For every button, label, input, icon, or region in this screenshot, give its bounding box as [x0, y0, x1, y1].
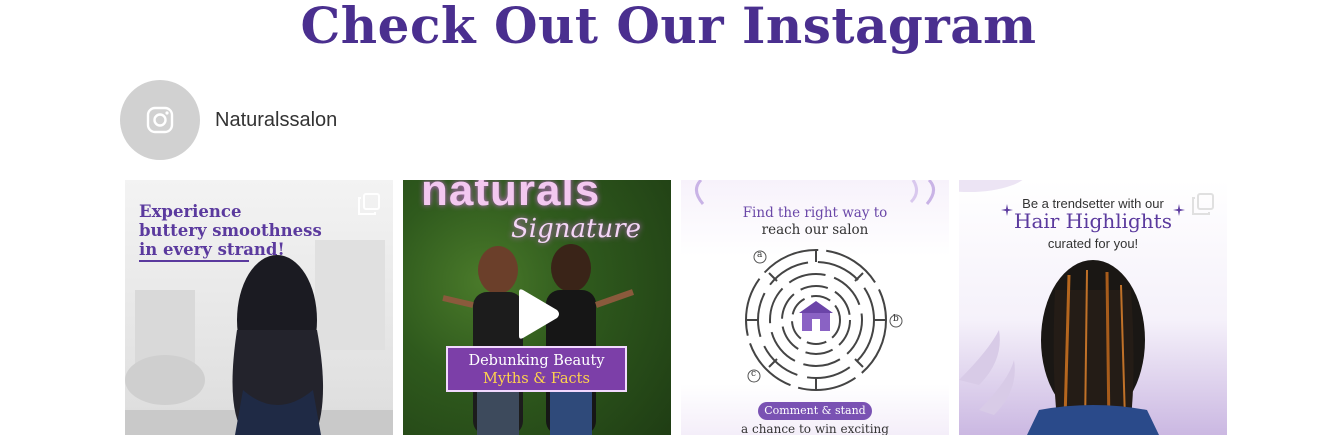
maze-label-c: c [751, 369, 757, 379]
caption-line-3: in every strand! [139, 240, 285, 259]
maze-label-b: b [893, 314, 899, 324]
caption-underline [139, 260, 249, 262]
caption-line-2: buttery smoothness [139, 221, 322, 240]
multiple-images-icon [1192, 193, 1214, 215]
instagram-feed: Experience buttery smoothness in every s… [125, 180, 1227, 435]
maze-label-a: a [757, 250, 763, 260]
instagram-icon [146, 106, 174, 134]
instagram-post-4[interactable]: Be a trendsetter with our Hair Highlight… [959, 180, 1227, 435]
caption-line-2: Myths & Facts [483, 371, 590, 387]
profile-username[interactable]: Naturalssalon [215, 109, 337, 132]
post-headline: Hair Highlights [1014, 209, 1172, 233]
post-subline: curated for you! [1047, 236, 1139, 251]
profile-avatar[interactable] [120, 80, 200, 160]
caption-line-1: Debunking Beauty [468, 353, 605, 369]
section-title: Check Out Our Instagram [300, 0, 1037, 55]
instagram-profile[interactable]: Naturalssalon [120, 80, 337, 160]
sparkle-icon [1001, 204, 1013, 216]
instagram-post-3[interactable]: Find the right way to reach our salon a … [681, 180, 949, 435]
signature-neon-text: Signature [511, 214, 642, 244]
instagram-post-2[interactable]: naturals Signature Debunking Beauty Myth… [403, 180, 671, 435]
instagram-post-1[interactable]: Experience buttery smoothness in every s… [125, 180, 393, 435]
post-headline: Find the right way to [742, 205, 888, 221]
play-icon[interactable] [515, 288, 561, 340]
post-caption: Experience buttery smoothness in every s… [139, 202, 339, 259]
multiple-images-icon [358, 193, 380, 215]
caption-line-1: Experience [139, 202, 242, 221]
post-subheadline: reach our salon [761, 222, 869, 238]
post-footer-text: a chance to win exciting [741, 422, 889, 435]
comment-pill: Comment & stand [758, 402, 872, 420]
brand-neon-text: naturals [421, 180, 601, 215]
video-caption-box: Debunking Beauty Myths & Facts [446, 346, 627, 392]
maze-illustration [745, 249, 887, 391]
sparkle-icon [1173, 204, 1185, 216]
